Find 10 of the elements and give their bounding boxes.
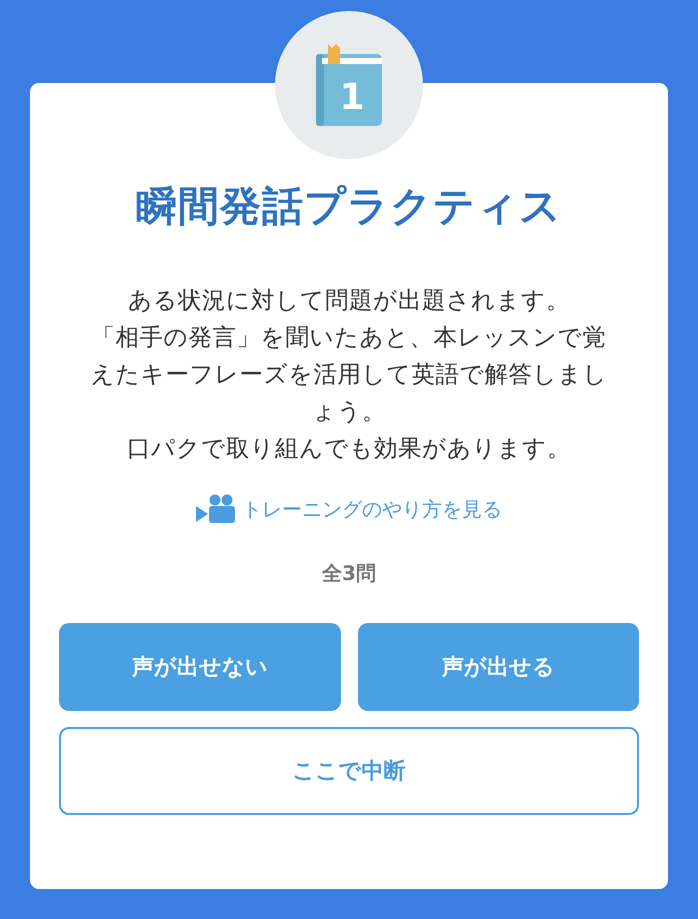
stop-button[interactable]: ここで中断 (59, 727, 639, 815)
video-link[interactable]: トレーニングのやり方を見る (196, 494, 502, 524)
description-text: 口パクで取り組んでも効果があります。 (126, 433, 572, 464)
answer-button[interactable]: 声が出せない (59, 623, 340, 711)
description-text: ある状況に対して問題が出題されます。 (127, 285, 571, 316)
video-camera-icon (196, 494, 236, 524)
answer-button[interactable]: 声が出せる (358, 623, 639, 711)
description-text: 「相手の発言」を聞いたあと、本レッスンで覚えたキーフレーズを活用して英語で解答しましょう。 (90, 322, 608, 427)
question-count: 全3問 (322, 560, 376, 587)
title: 瞬間発話プラクティス (136, 181, 562, 232)
